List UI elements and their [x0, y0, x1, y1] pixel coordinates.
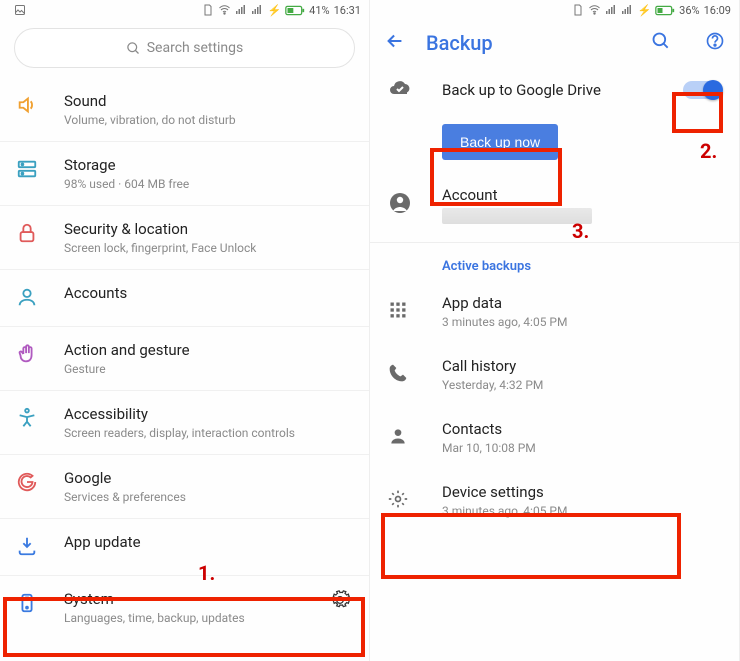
- backup-item-contacts[interactable]: Contacts Mar 10, 10:08 PM: [370, 406, 739, 469]
- settings-screen: ⚡ 41% 16:31 Search settings Sound Volume…: [0, 0, 370, 661]
- item-title: Sound: [64, 92, 355, 110]
- system-icon: [16, 592, 38, 618]
- status-bar: ⚡ 41% 16:31: [0, 0, 369, 20]
- account-row[interactable]: Account: [370, 172, 739, 238]
- item-subtitle: Screen readers, display, interaction con…: [64, 426, 355, 440]
- item-subtitle: Gesture: [64, 362, 355, 376]
- signal-icon: [235, 4, 247, 16]
- hand-icon: [16, 343, 38, 369]
- item-title: App update: [64, 533, 355, 551]
- item-title: Accessibility: [64, 405, 355, 423]
- person-icon: [388, 426, 408, 450]
- lock-icon: [16, 222, 38, 248]
- phone-icon: [388, 363, 408, 387]
- backup-item-title: Contacts: [442, 420, 721, 438]
- item-title: Accounts: [64, 284, 355, 302]
- sim-icon: [202, 4, 214, 16]
- settings-item-google[interactable]: Google Services & preferences: [0, 454, 369, 518]
- update-icon: [16, 535, 38, 561]
- backup-drive-label: Back up to Google Drive: [442, 81, 665, 99]
- back-icon[interactable]: [384, 30, 406, 56]
- wifi-icon: [588, 4, 601, 16]
- item-title: Action and gesture: [64, 341, 355, 359]
- item-subtitle: Volume, vibration, do not disturb: [64, 113, 355, 127]
- bolt-icon: ⚡: [267, 4, 281, 17]
- backup-item-subtitle: Yesterday, 4:32 PM: [442, 378, 721, 392]
- account-value-redacted: [442, 208, 592, 224]
- backup-item-title: App data: [442, 294, 721, 312]
- account-label: Account: [442, 186, 721, 204]
- settings-item-system[interactable]: System Languages, time, backup, updates: [0, 575, 369, 639]
- backup-now-button[interactable]: Back up now: [442, 124, 558, 160]
- item-subtitle: Languages, time, backup, updates: [64, 611, 325, 625]
- backup-drive-toggle[interactable]: [683, 81, 721, 99]
- item-subtitle: 98% used · 604 MB free: [64, 177, 355, 191]
- sim-icon: [572, 4, 584, 16]
- picture-icon: [14, 4, 26, 16]
- item-title: Security & location: [64, 220, 355, 238]
- backup-item-subtitle: 3 minutes ago, 4:05 PM: [442, 504, 721, 518]
- item-subtitle: Screen lock, fingerprint, Face Unlock: [64, 241, 355, 255]
- settings-item-sound[interactable]: Sound Volume, vibration, do not disturb: [0, 78, 369, 141]
- clock-text: 16:09: [704, 4, 731, 17]
- google-icon: [16, 471, 38, 497]
- signal-icon: [605, 4, 617, 16]
- backup-item-app-data[interactable]: App data 3 minutes ago, 4:05 PM: [370, 280, 739, 343]
- status-bar: ⚡ 36% 16:09: [370, 0, 739, 20]
- accessibility-icon: [16, 407, 38, 433]
- backup-screen: ⚡ 36% 16:09 Backup Back up to Google Dri…: [370, 0, 740, 661]
- storage-icon: [16, 158, 38, 184]
- backup-now-row: Back up now: [370, 118, 739, 172]
- settings-item-storage[interactable]: Storage 98% used · 604 MB free: [0, 141, 369, 205]
- app-bar: Backup: [370, 20, 739, 62]
- apps-icon: [388, 300, 408, 324]
- search-icon: [126, 41, 141, 56]
- item-title: System: [64, 590, 325, 608]
- settings-item-accounts[interactable]: Accounts: [0, 269, 369, 326]
- backup-to-drive-row[interactable]: Back up to Google Drive: [370, 62, 739, 118]
- settings-item-app-update[interactable]: App update: [0, 518, 369, 575]
- settings-icon: [388, 489, 408, 513]
- active-backups-header: Active backups: [370, 243, 739, 280]
- help-icon[interactable]: [705, 31, 725, 55]
- item-subtitle: Services & preferences: [64, 490, 355, 504]
- search-icon[interactable]: [651, 31, 671, 55]
- bolt-icon: ⚡: [637, 4, 651, 17]
- backup-item-subtitle: Mar 10, 10:08 PM: [442, 441, 721, 455]
- gear-icon[interactable]: [325, 590, 355, 610]
- person-icon: [16, 286, 38, 312]
- settings-item-security[interactable]: Security & location Screen lock, fingerp…: [0, 205, 369, 269]
- settings-item-gesture[interactable]: Action and gesture Gesture: [0, 326, 369, 390]
- cloud-done-icon: [388, 76, 412, 104]
- signal2-icon: [251, 4, 263, 16]
- search-input[interactable]: Search settings: [14, 28, 355, 68]
- backup-item-device-settings[interactable]: Device settings 3 minutes ago, 4:05 PM: [370, 469, 739, 532]
- sound-icon: [16, 94, 38, 120]
- backup-item-title: Call history: [442, 357, 721, 375]
- item-title: Google: [64, 469, 355, 487]
- settings-item-accessibility[interactable]: Accessibility Screen readers, display, i…: [0, 390, 369, 454]
- clock-text: 16:31: [334, 4, 361, 17]
- wifi-icon: [218, 4, 231, 16]
- battery-percent: 41%: [309, 4, 329, 17]
- backup-item-call-history[interactable]: Call history Yesterday, 4:32 PM: [370, 343, 739, 406]
- settings-list: Sound Volume, vibration, do not disturb …: [0, 78, 369, 639]
- page-title: Backup: [426, 31, 493, 55]
- battery-icon: [655, 5, 675, 16]
- signal2-icon: [621, 4, 633, 16]
- search-placeholder: Search settings: [147, 40, 244, 56]
- item-title: Storage: [64, 156, 355, 174]
- backup-item-subtitle: 3 minutes ago, 4:05 PM: [442, 315, 721, 329]
- backup-item-title: Device settings: [442, 483, 721, 501]
- battery-icon: [285, 5, 305, 16]
- battery-percent: 36%: [679, 4, 699, 17]
- account-circle-icon: [388, 191, 412, 219]
